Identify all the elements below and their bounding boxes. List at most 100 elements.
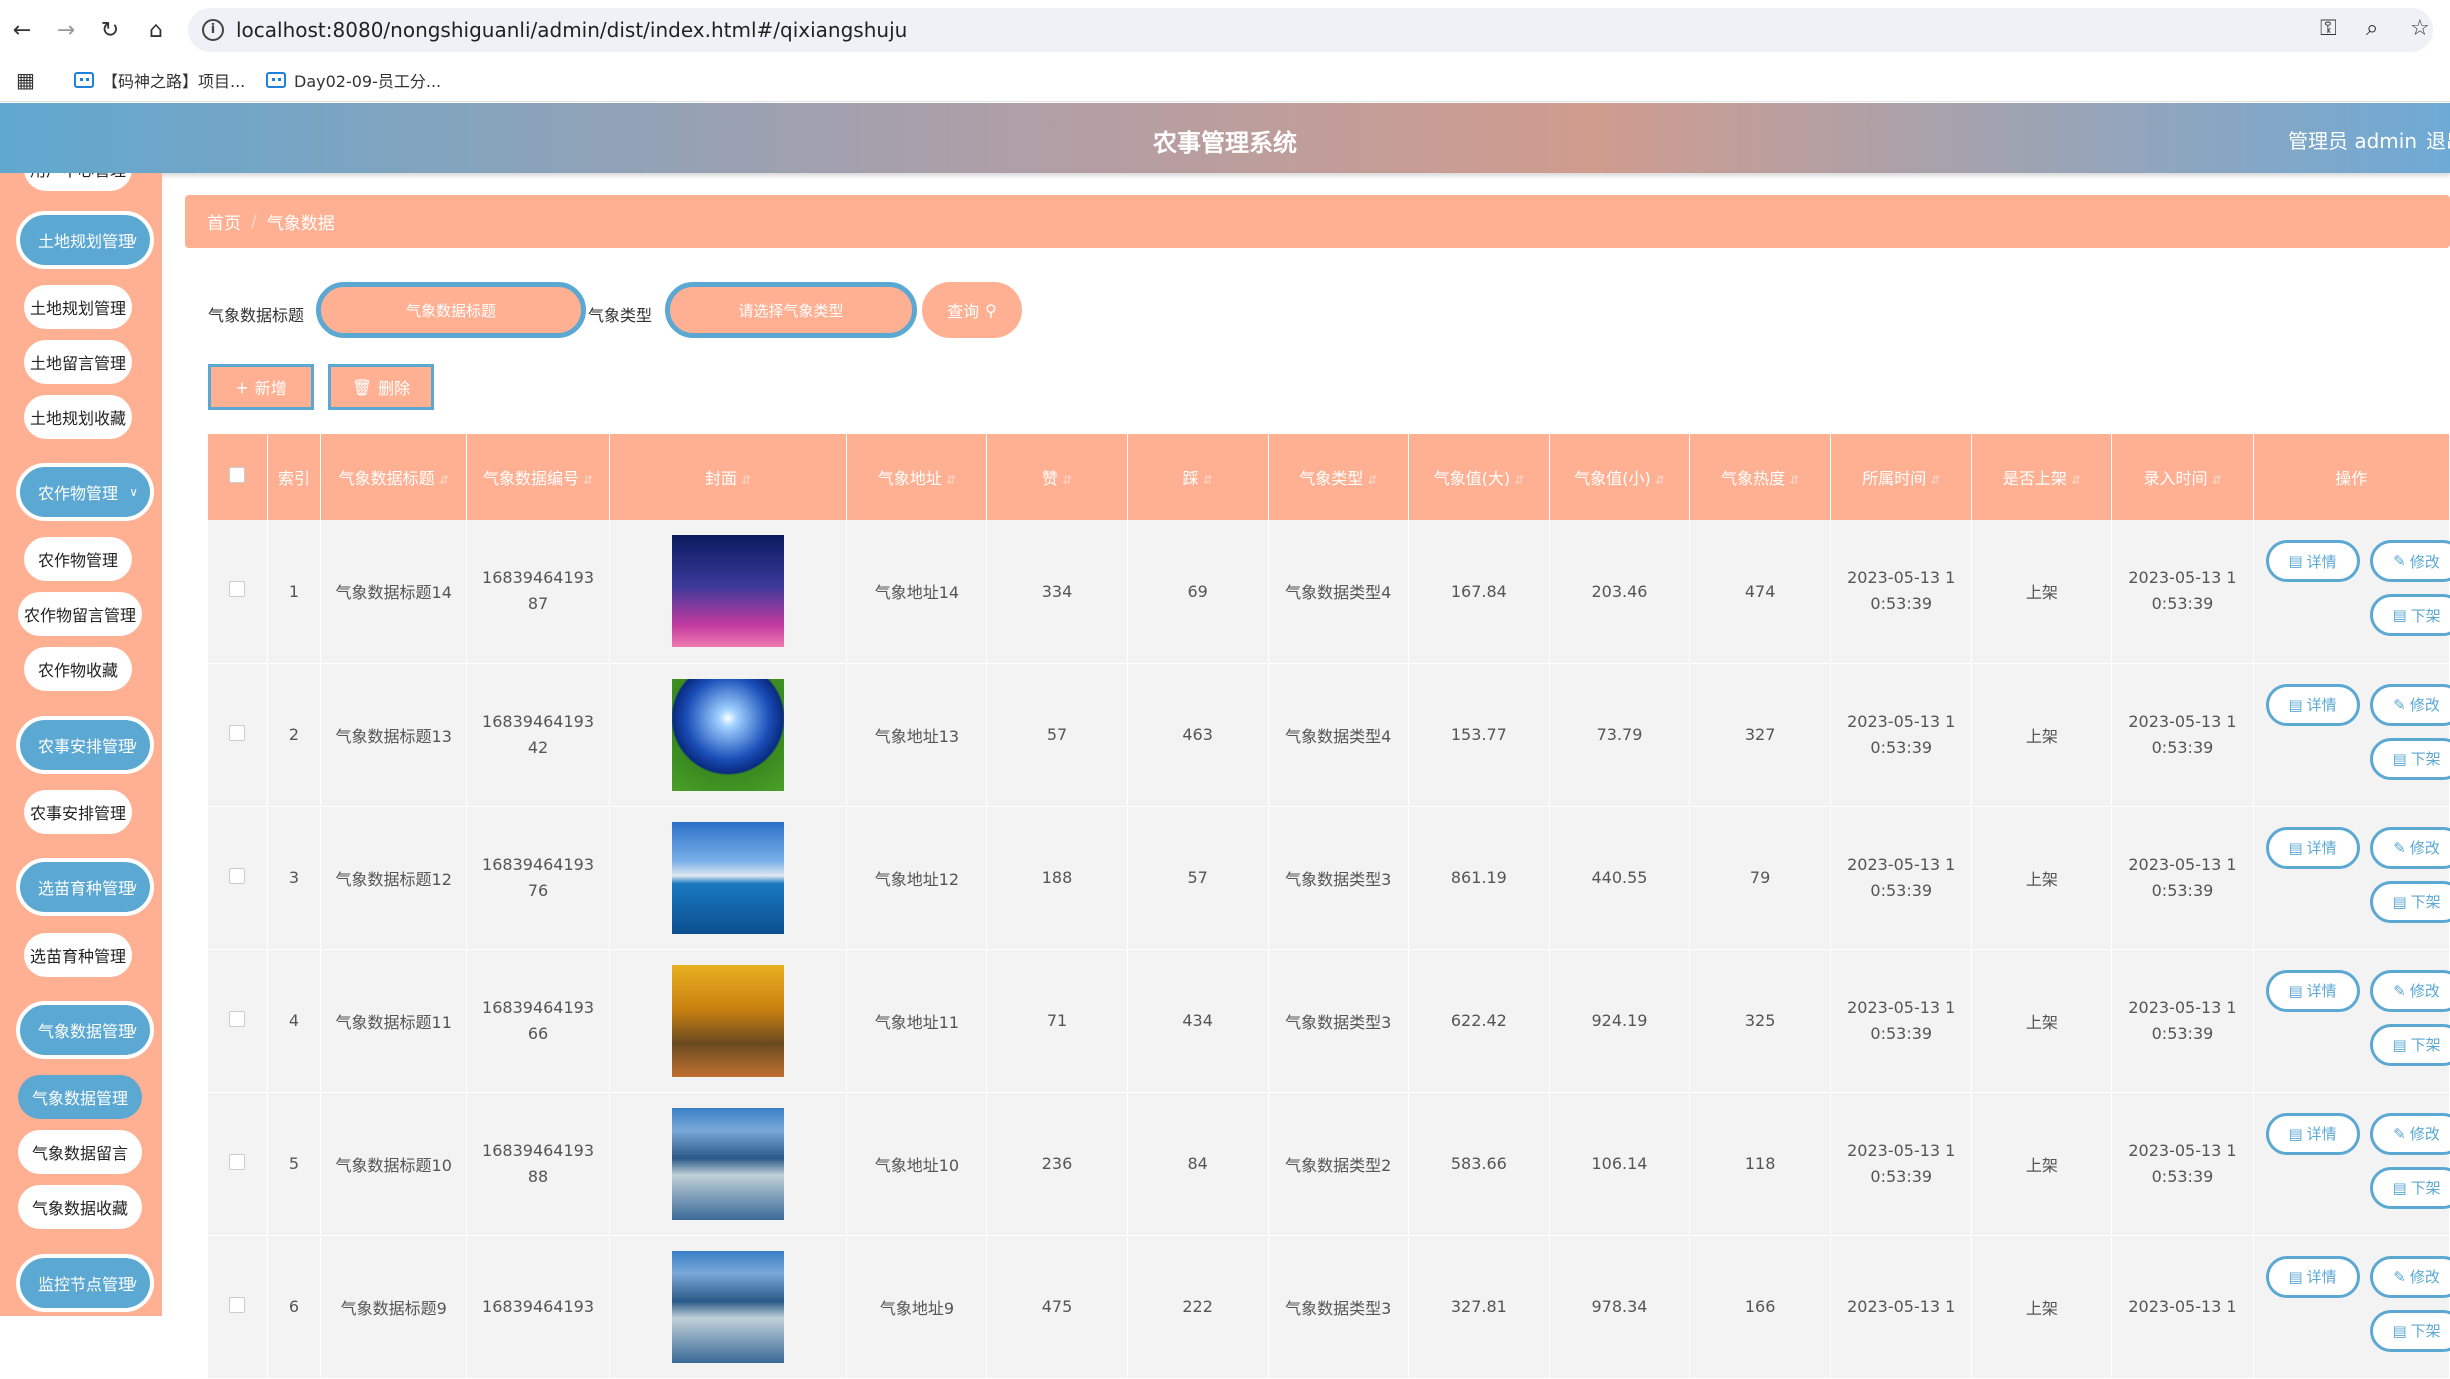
cover-image[interactable]: [672, 678, 784, 791]
sidebar-item-land-message[interactable]: 土地留言管理: [24, 340, 132, 384]
cover-image[interactable]: [672, 1107, 784, 1220]
cover-image[interactable]: [672, 1250, 784, 1363]
batch-delete-button[interactable]: 🗑 删除: [328, 364, 434, 410]
table-row[interactable]: 6 气象数据标题9 16839464193 气象地址9 475 222 气象数据类型3 327…: [208, 1235, 2450, 1379]
detail-button[interactable]: ▤ 详情: [2265, 540, 2360, 582]
sidebar-menu-monitor[interactable]: 监控节点管理 ∨: [16, 1254, 154, 1312]
bookmark-item[interactable]: 【码神之路】项目...: [74, 68, 245, 92]
edit-button[interactable]: ✎ 修改: [2369, 540, 2450, 582]
sidebar-item-crops-favorite[interactable]: 农作物收藏: [24, 647, 132, 691]
cover-image[interactable]: [672, 535, 784, 648]
col-header-big[interactable]: 气象值(大) ⇵: [1408, 434, 1550, 520]
reload-icon[interactable]: ↻: [94, 14, 126, 46]
row-select-cell[interactable]: [208, 949, 268, 1093]
edit-button[interactable]: ✎ 修改: [2369, 1255, 2450, 1298]
zoom-icon[interactable]: ⌕: [2366, 16, 2378, 41]
col-header-code[interactable]: 气象数据编号 ⇵: [466, 434, 610, 520]
sidebar-item-crops-message[interactable]: 农作物留言管理: [18, 592, 142, 636]
col-header-address[interactable]: 气象地址 ⇵: [846, 434, 988, 520]
add-button[interactable]: + 新增: [208, 364, 314, 410]
table-row[interactable]: 1 气象数据标题14 16839464193 87 气象地址14 334 69 气象数据类型4…: [208, 520, 2450, 664]
detail-button[interactable]: ▤ 详情: [2265, 969, 2360, 1012]
sidebar-menu-land[interactable]: 土地规划管理 ∨: [16, 211, 154, 269]
sidebar-menu-weather[interactable]: 气象数据管理 ∨: [16, 1001, 154, 1059]
edit-button[interactable]: ✎ 修改: [2369, 1112, 2450, 1155]
row-checkbox[interactable]: [229, 724, 246, 741]
back-icon[interactable]: ←: [6, 14, 38, 46]
col-header-cover[interactable]: 封面 ⇵: [609, 434, 848, 520]
address-bar[interactable]: i localhost:8080/nongshiguanli/admin/dis…: [188, 8, 2433, 52]
off-shelf-button[interactable]: ▤ 下架: [2369, 737, 2450, 780]
sort-icon[interactable]: ⇵: [1789, 473, 1799, 487]
select-all-checkbox[interactable]: [229, 467, 246, 483]
table-row[interactable]: 5 气象数据标题10 16839464193 88 气象地址10 236 84 气象数据类型2…: [208, 1092, 2450, 1236]
col-header-entry[interactable]: 录入时间 ⇵: [2111, 434, 2254, 520]
password-key-icon[interactable]: ⚿: [2320, 16, 2337, 41]
row-checkbox[interactable]: [229, 1296, 246, 1313]
col-header-heat[interactable]: 气象热度 ⇵: [1689, 434, 1832, 520]
breadcrumb-home[interactable]: 首页: [207, 209, 241, 234]
sort-icon[interactable]: ⇵: [2211, 473, 2221, 487]
detail-button[interactable]: ▤ 详情: [2265, 826, 2360, 869]
sidebar-item-land-plan[interactable]: 土地规划管理: [24, 285, 132, 329]
row-select-cell[interactable]: [208, 663, 268, 807]
logout-link[interactable]: 退出: [2426, 125, 2450, 154]
edit-button[interactable]: ✎ 修改: [2369, 683, 2450, 726]
sidebar-item-weather-favorite[interactable]: 气象数据收藏: [18, 1185, 142, 1229]
sidebar-item-land-favorite[interactable]: 土地规划收藏: [24, 395, 132, 439]
sidebar-item-weather-data[interactable]: 气象数据管理: [18, 1075, 142, 1119]
detail-button[interactable]: ▤ 详情: [2265, 683, 2360, 726]
edit-button[interactable]: ✎ 修改: [2369, 969, 2450, 1012]
sidebar-item-seedling[interactable]: 选苗育种管理: [24, 933, 132, 977]
detail-button[interactable]: ▤ 详情: [2265, 1112, 2360, 1155]
row-checkbox[interactable]: [229, 1153, 246, 1170]
sort-icon[interactable]: ⇵: [1514, 473, 1524, 487]
row-select-cell[interactable]: [208, 806, 268, 950]
row-checkbox[interactable]: [229, 581, 246, 598]
sort-icon[interactable]: ⇵: [2071, 473, 2081, 487]
detail-button[interactable]: ▤ 详情: [2265, 1255, 2360, 1298]
sidebar-menu-seedling[interactable]: 选苗育种管理 ∨: [16, 858, 154, 916]
apps-grid-icon[interactable]: ▦: [16, 68, 35, 92]
sort-icon[interactable]: ⇵: [741, 473, 751, 487]
sidebar-item-user-center[interactable]: 用户中心管理: [24, 173, 132, 191]
home-icon[interactable]: ⌂: [140, 14, 172, 46]
edit-button[interactable]: ✎ 修改: [2369, 826, 2450, 869]
col-header-down[interactable]: 踩 ⇵: [1127, 434, 1269, 520]
forward-icon[interactable]: →: [50, 14, 82, 46]
sort-icon[interactable]: ⇵: [583, 473, 593, 487]
col-header-shelf[interactable]: 是否上架 ⇵: [1971, 434, 2113, 520]
table-row[interactable]: 2 气象数据标题13 16839464193 42 气象地址13 57 463 气象数据类型4…: [208, 663, 2450, 807]
off-shelf-button[interactable]: ▤ 下架: [2369, 1166, 2450, 1209]
off-shelf-button[interactable]: ▤ 下架: [2369, 594, 2450, 636]
sidebar-item-weather-message[interactable]: 气象数据留言: [18, 1130, 142, 1174]
table-row[interactable]: 3 气象数据标题12 16839464193 76 气象地址12 188 57 气象数据类型3…: [208, 806, 2450, 950]
col-header-up[interactable]: 赞 ⇵: [986, 434, 1128, 520]
query-button[interactable]: 查询 ⚲: [922, 282, 1022, 338]
sort-icon[interactable]: ⇵: [1062, 473, 1072, 487]
col-header-time[interactable]: 所属时间 ⇵: [1830, 434, 1973, 520]
sidebar-item-crops[interactable]: 农作物管理: [24, 537, 132, 581]
cover-image[interactable]: [672, 821, 784, 934]
sort-icon[interactable]: ⇵: [1655, 473, 1665, 487]
off-shelf-button[interactable]: ▤ 下架: [2369, 880, 2450, 923]
row-checkbox[interactable]: [229, 1010, 246, 1027]
sort-icon[interactable]: ⇵: [946, 473, 956, 487]
sort-icon[interactable]: ⇵: [1367, 473, 1377, 487]
sort-icon[interactable]: ⇵: [1203, 473, 1213, 487]
url-text[interactable]: localhost:8080/nongshiguanli/admin/dist/…: [236, 18, 907, 42]
select-all-cell[interactable]: [208, 434, 268, 520]
type-select[interactable]: 请选择气象类型: [665, 282, 917, 338]
bookmark-star-icon[interactable]: ☆: [2410, 16, 2430, 41]
row-select-cell[interactable]: [208, 1235, 268, 1379]
col-header-type[interactable]: 气象类型 ⇵: [1268, 434, 1409, 520]
cover-image[interactable]: [672, 964, 784, 1077]
off-shelf-button[interactable]: ▤ 下架: [2369, 1023, 2450, 1066]
row-select-cell[interactable]: [208, 520, 268, 664]
col-header-title[interactable]: 气象数据标题 ⇵: [320, 434, 468, 520]
sidebar-item-schedule[interactable]: 农事安排管理: [24, 790, 132, 834]
sort-icon[interactable]: ⇵: [1930, 473, 1940, 487]
bookmark-item[interactable]: Day02-09-员工分...: [266, 68, 441, 92]
title-search-input[interactable]: 气象数据标题: [316, 282, 586, 338]
row-select-cell[interactable]: [208, 1092, 268, 1236]
